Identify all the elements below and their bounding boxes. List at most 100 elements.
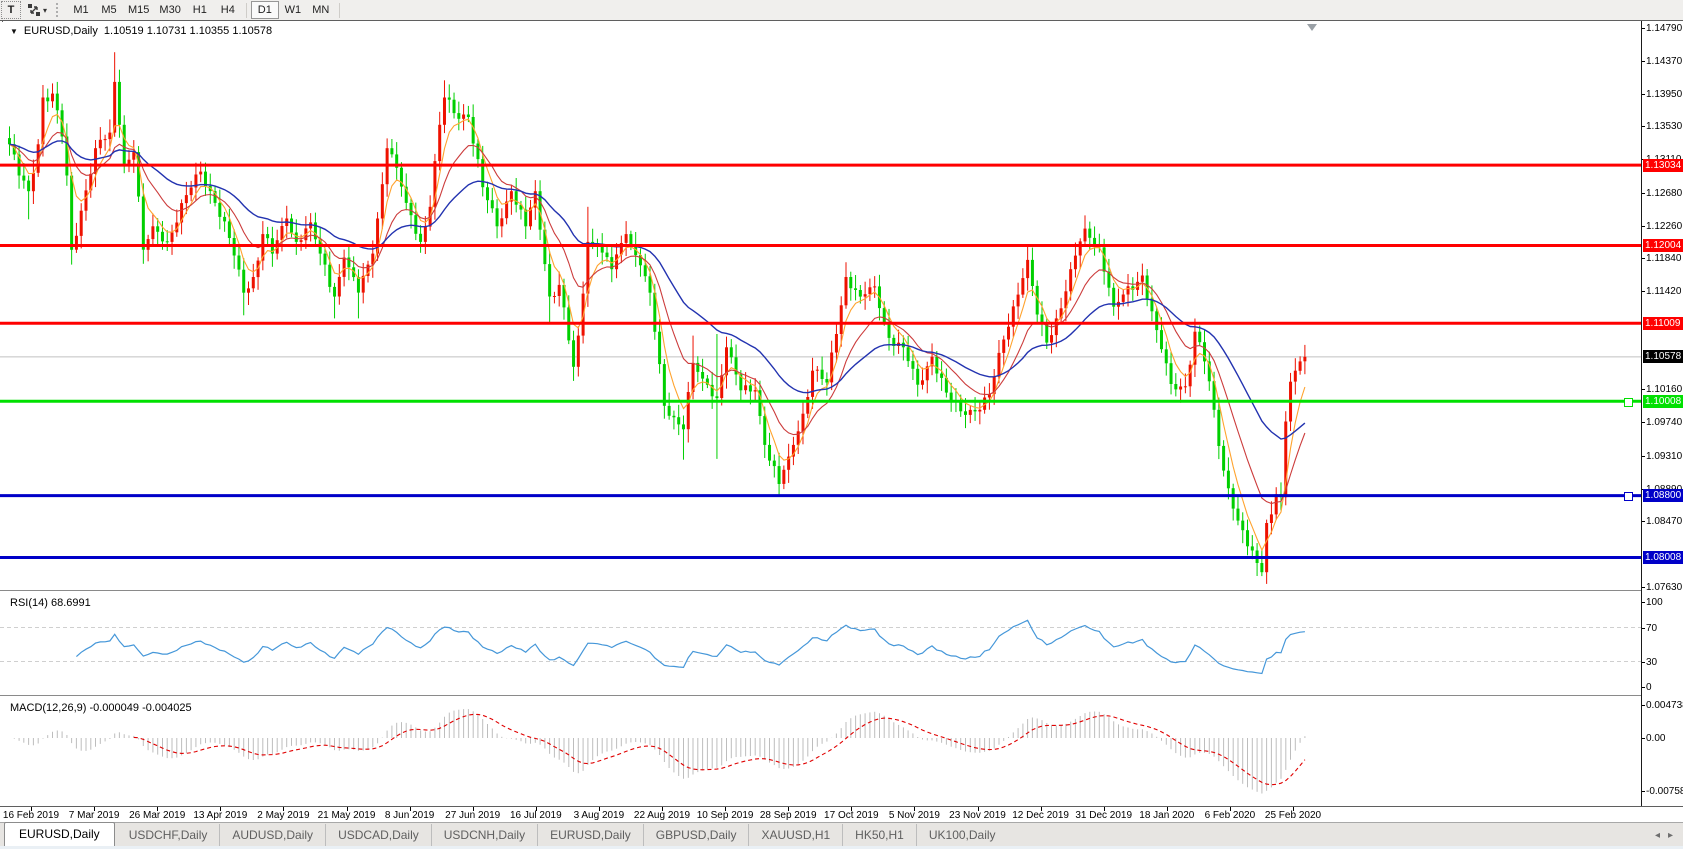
macd-label: MACD(12,26,9) -0.000049 -0.004025	[10, 702, 192, 714]
rsi-pane[interactable]	[0, 593, 1641, 695]
tab-nav-left-icon[interactable]: ◂	[1655, 830, 1660, 841]
price-tick-label: 1.08470	[1646, 516, 1682, 527]
tab-item-audusd-daily[interactable]: AUDUSD,Daily	[219, 824, 325, 847]
macd-signal-line	[134, 714, 1305, 784]
axis-tick	[1642, 602, 1645, 603]
axis-tick	[1642, 628, 1645, 629]
candles-layer	[8, 52, 1306, 584]
chart-shift-marker	[1307, 24, 1317, 31]
tab-item-eurusd-daily[interactable]: EURUSD,Daily	[4, 822, 115, 847]
price-tick-label: 1.13530	[1646, 121, 1682, 132]
tab-item-usdcad-daily[interactable]: USDCAD,Daily	[325, 824, 431, 847]
tab-item-eurusd-daily[interactable]: EURUSD,Daily	[537, 824, 643, 847]
timeframe-button-m1[interactable]: M1	[68, 2, 94, 18]
level-price-label: 1.12004	[1643, 239, 1683, 252]
current-price-label: 1.10578	[1643, 350, 1683, 363]
timeframe-button-m5[interactable]: M5	[96, 2, 122, 18]
axis-tick	[1642, 258, 1645, 259]
tab-item-hk50-h1[interactable]: HK50,H1	[842, 824, 916, 847]
chart-ohlc-values: 1.10519 1.10731 1.10355 1.10578	[104, 25, 272, 37]
tab-item-xauusd-h1[interactable]: XAUUSD,H1	[748, 824, 842, 847]
timeframe-button-w1[interactable]: W1	[280, 2, 306, 18]
window-border	[0, 20, 1683, 21]
tab-bar: EURUSD,DailyUSDCHF,DailyAUDUSD,DailyUSDC…	[0, 822, 1683, 847]
rsi-label: RSI(14) 68.6991	[10, 597, 91, 609]
axis-tick	[1642, 587, 1645, 588]
toolbar-separator	[339, 3, 340, 18]
level-price-label: 1.13034	[1643, 159, 1683, 172]
macd-histogram	[10, 709, 1305, 793]
macd-pane[interactable]	[0, 698, 1641, 806]
macd-svg[interactable]	[0, 698, 1641, 806]
toolbar-grip[interactable]	[56, 3, 63, 17]
tab-item-uk100-daily[interactable]: UK100,Daily	[916, 824, 1008, 847]
crosshair-tool-icon	[27, 3, 41, 17]
date-label: 25 Feb 2020	[1248, 810, 1338, 821]
price-tick-label: 1.14790	[1646, 23, 1682, 34]
price-tick-label: 1.10160	[1646, 384, 1682, 395]
axis-tick	[1642, 193, 1645, 194]
price-tick-label: 1.11840	[1646, 253, 1681, 264]
level-price-label: 1.08800	[1643, 489, 1683, 502]
level-price-label: 1.10008	[1643, 395, 1683, 408]
rsi-tick-label: 70	[1646, 623, 1657, 634]
axis-tick	[1642, 791, 1645, 792]
price-axis[interactable]: 1.147901.143701.139501.135301.131101.126…	[1641, 21, 1683, 806]
axis-tick	[1642, 687, 1645, 688]
main-chart-pane[interactable]	[0, 22, 1641, 590]
toolbar-separator	[246, 3, 247, 18]
rsi-tick-label: 0	[1646, 682, 1652, 693]
rsi-line	[76, 620, 1305, 673]
axis-tick	[1642, 662, 1645, 663]
axis-tick	[1642, 422, 1645, 423]
timeframe-button-mn[interactable]: MN	[308, 2, 334, 18]
tab-item-usdchf-daily[interactable]: USDCHF,Daily	[117, 824, 220, 847]
price-tick-label: 1.09740	[1646, 417, 1682, 428]
chevron-down-icon[interactable]: ▾	[43, 6, 47, 15]
price-tick-label: 1.12680	[1646, 188, 1682, 199]
level-price-label: 1.08008	[1643, 551, 1683, 564]
tab-item-gbpusd-daily[interactable]: GBPUSD,Daily	[643, 824, 749, 847]
rsi-tick-label: 30	[1646, 657, 1657, 668]
price-tick-label: 1.12260	[1646, 221, 1682, 232]
axis-tick	[1642, 521, 1645, 522]
axis-tick	[1642, 126, 1645, 127]
tab-item-usdcnh-daily[interactable]: USDCNH,Daily	[431, 824, 537, 847]
axis-tick	[1642, 94, 1645, 95]
level-price-label: 1.11009	[1643, 317, 1683, 330]
date-axis[interactable]: 16 Feb 20197 Mar 201926 Mar 201913 Apr 2…	[0, 806, 1683, 823]
ma-line-34	[10, 141, 1305, 439]
crosshair-tool-button[interactable]: ▾	[23, 2, 51, 18]
axis-tick	[1642, 61, 1645, 62]
level-line-handle[interactable]	[1624, 492, 1633, 501]
main-chart-svg[interactable]	[0, 22, 1641, 590]
axis-tick	[1642, 226, 1645, 227]
price-tick-label: 1.14370	[1646, 56, 1682, 67]
timeframe-button-d1[interactable]: D1	[252, 2, 278, 18]
axis-tick	[1642, 456, 1645, 457]
axis-tick	[1642, 389, 1645, 390]
timeframe-button-m30[interactable]: M30	[155, 2, 184, 18]
timeframe-button-m15[interactable]: M15	[124, 2, 153, 18]
text-tool-button[interactable]: T	[1, 1, 21, 19]
macd-tick-label: 0.00	[1646, 733, 1665, 744]
timeframe-group: M1M5M15M30H1H4 D1W1MN	[67, 2, 344, 18]
tab-nav: ◂▸	[1655, 830, 1673, 841]
timeframe-button-h4[interactable]: H4	[215, 2, 241, 18]
rsi-tick-label: 100	[1646, 597, 1663, 608]
price-tick-label: 1.09310	[1646, 451, 1682, 462]
symbol-dropdown-icon[interactable]: ▼	[10, 27, 18, 36]
chart-title: EURUSD,Daily	[24, 25, 98, 37]
terminal-window: T ▾ M1M5M15M30H1H4D1W1MN ▼ EURUSD,Daily …	[0, 0, 1683, 849]
price-tick-label: 1.13950	[1646, 89, 1682, 100]
tab-nav-right-icon[interactable]: ▸	[1668, 830, 1673, 841]
ma-line-13	[10, 133, 1305, 504]
axis-tick	[1642, 738, 1645, 739]
price-tick-label: 1.07630	[1646, 582, 1682, 593]
axis-tick	[1642, 28, 1645, 29]
axis-tick	[1642, 705, 1645, 706]
rsi-svg[interactable]	[0, 593, 1641, 695]
price-tick-label: 1.11420	[1646, 286, 1681, 297]
level-line-handle[interactable]	[1624, 398, 1633, 407]
timeframe-button-h1[interactable]: H1	[187, 2, 213, 18]
